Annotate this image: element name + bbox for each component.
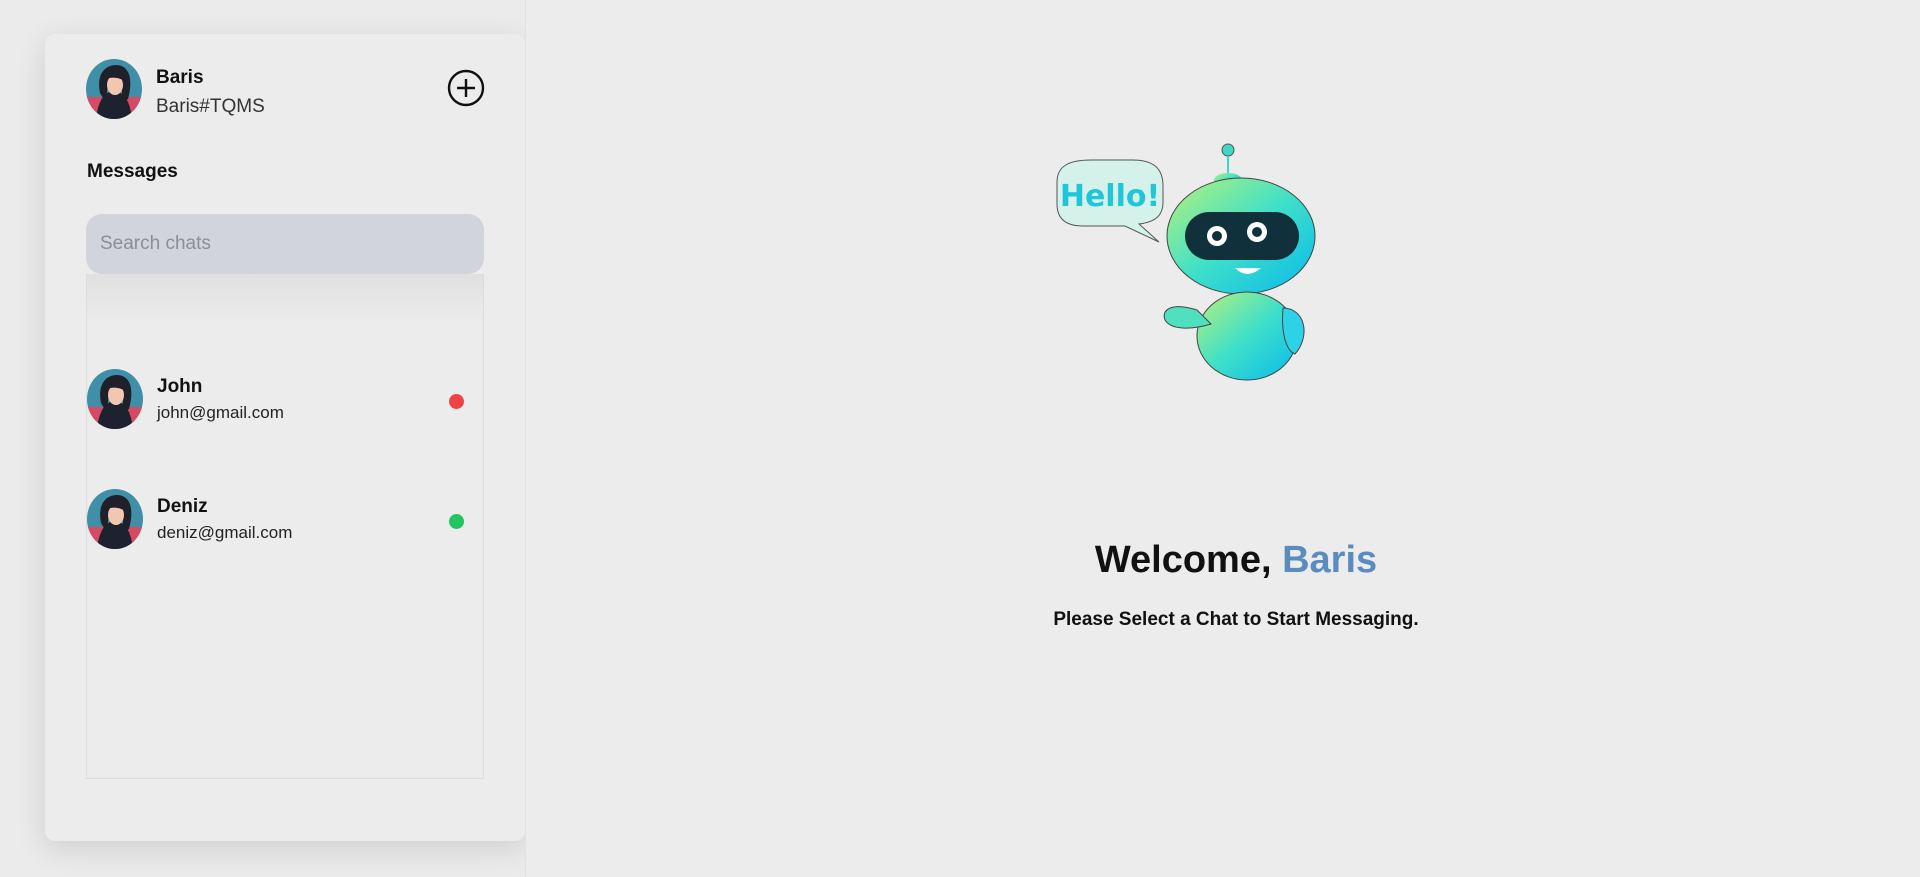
status-dot-offline <box>449 394 464 409</box>
robot-icon: Hello! <box>1056 143 1316 381</box>
sidebar: Baris Baris#TQMS Messages Search chats J… <box>45 34 525 841</box>
add-circle-icon <box>447 69 485 107</box>
messages-heading: Messages <box>87 161 178 182</box>
user-profile: Baris Baris#TQMS <box>86 59 486 121</box>
welcome-prefix: Welcome, <box>1094 539 1272 581</box>
robot-illustration: Hello! <box>1021 140 1321 385</box>
avatar <box>87 489 143 549</box>
chat-name: Deniz <box>157 496 208 517</box>
chat-item-john[interactable]: John john@gmail.com <box>87 369 485 431</box>
chat-name: John <box>157 376 203 397</box>
chat-item-deniz[interactable]: Deniz deniz@gmail.com <box>87 489 485 551</box>
select-chat-prompt: Please Select a Chat to Start Messaging. <box>1053 609 1419 630</box>
welcome-user-name: Baris <box>1282 539 1378 581</box>
chat-list: John john@gmail.com Deniz deniz@gmail.co… <box>86 274 484 779</box>
profile-tag: Baris#TQMS <box>156 96 265 117</box>
status-dot-online <box>449 514 464 529</box>
search-input[interactable] <box>86 214 484 274</box>
welcome-heading: Welcome, Baris <box>526 539 1920 582</box>
avatar <box>87 369 143 429</box>
chat-email: john@gmail.com <box>157 403 284 422</box>
main-panel: Hello! Welcome, Baris Please Select a Ch… <box>525 0 1920 877</box>
add-chat-button[interactable] <box>446 68 486 108</box>
chat-email: deniz@gmail.com <box>157 523 293 542</box>
bubble-text: Hello! <box>1060 179 1160 214</box>
user-avatar[interactable] <box>86 59 142 119</box>
profile-name: Baris <box>156 67 204 88</box>
